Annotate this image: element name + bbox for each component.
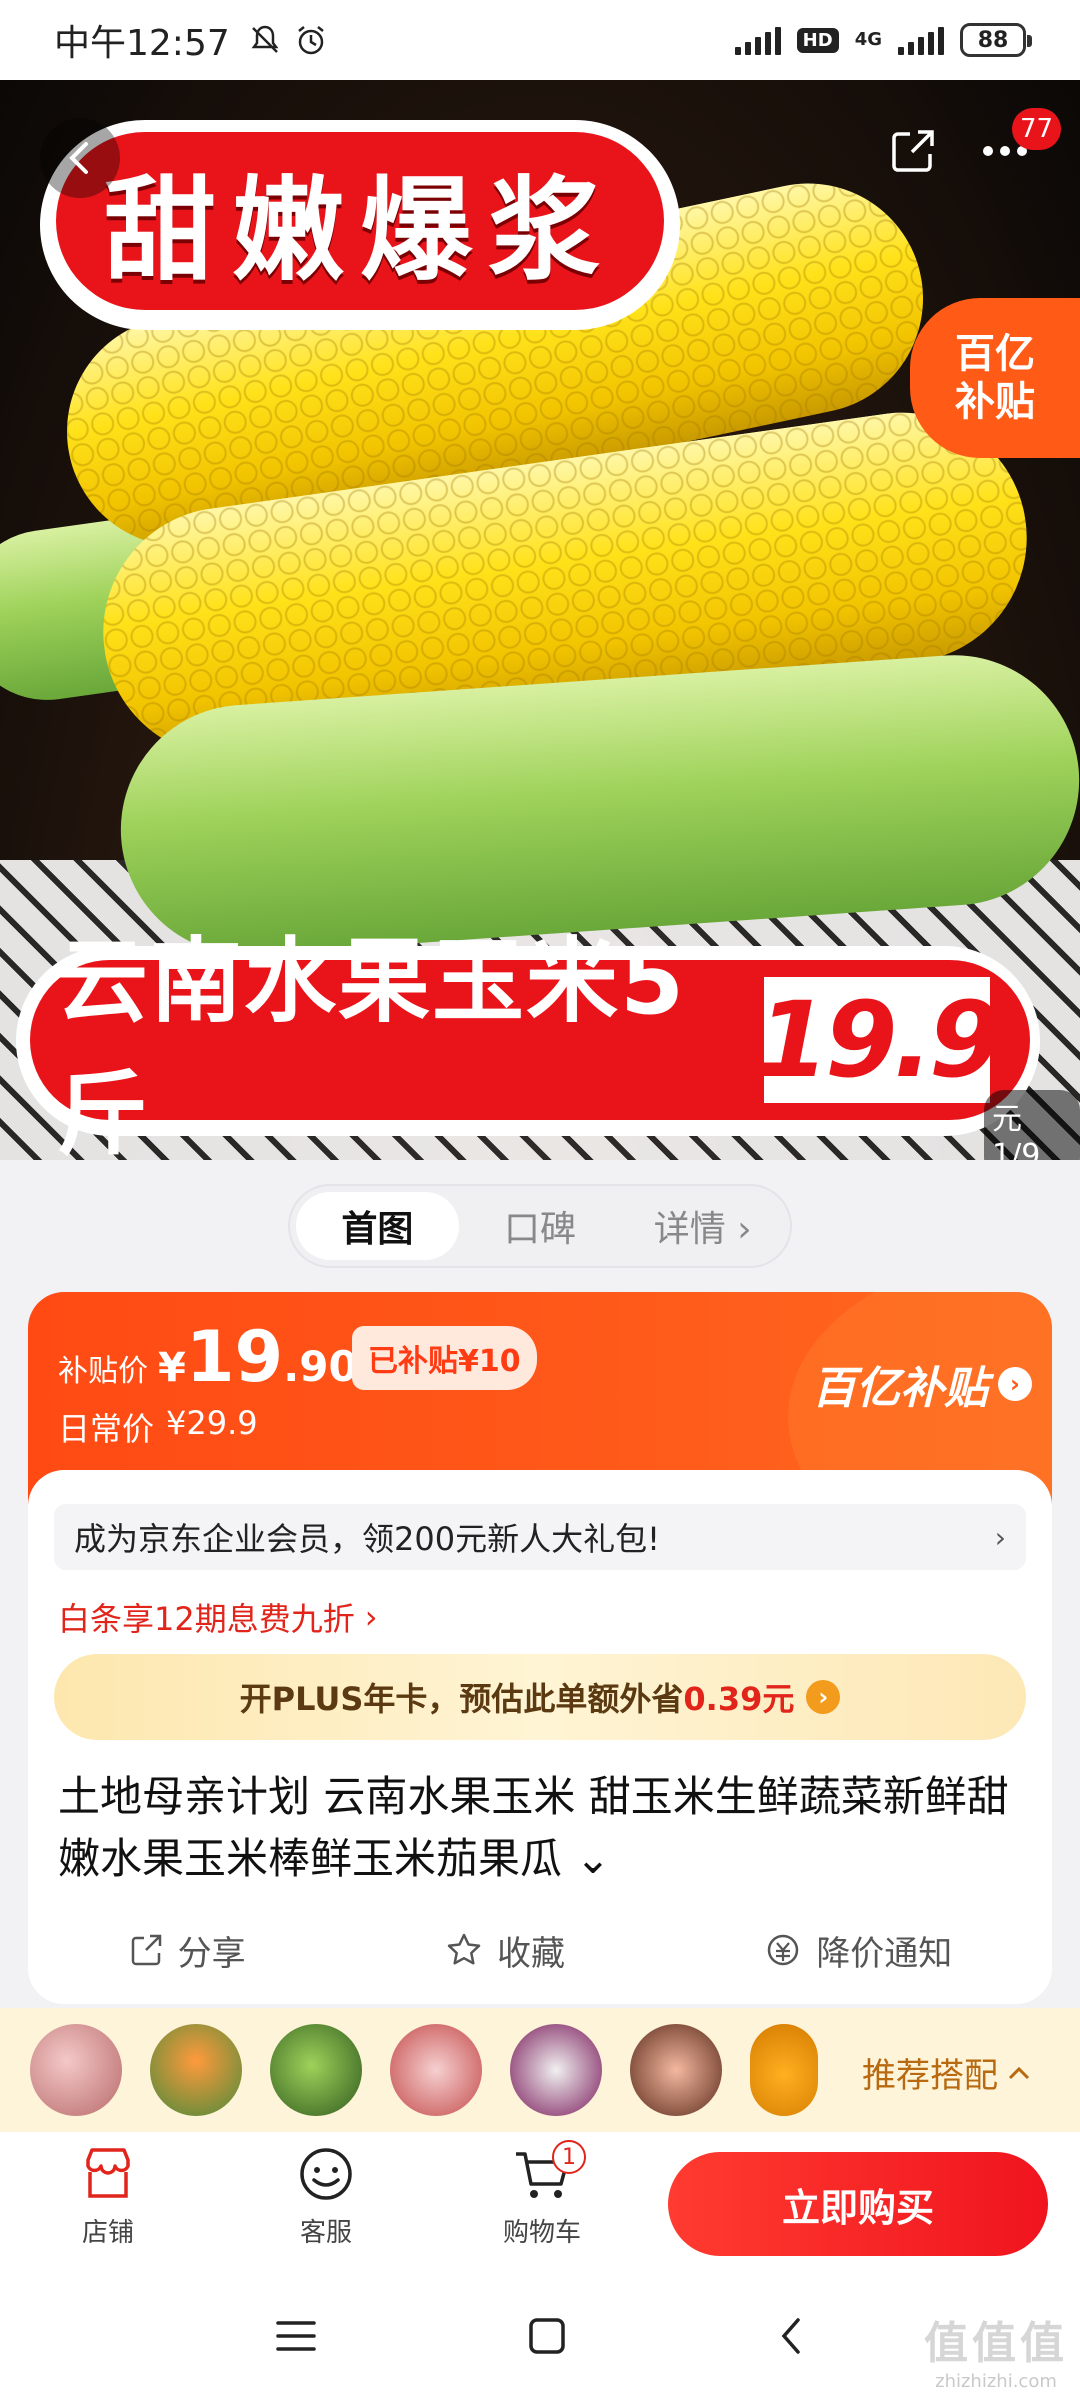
chevron-right-icon: › bbox=[994, 1520, 1006, 1554]
customer-service-icon bbox=[300, 2148, 352, 2200]
buy-now-button[interactable]: 立即购买 bbox=[668, 2152, 1048, 2256]
tab-main-image[interactable]: 首图 bbox=[296, 1192, 459, 1260]
reco-thumb-carrot[interactable] bbox=[150, 2024, 242, 2116]
battery-icon: 88 bbox=[960, 23, 1032, 57]
product-info-card: 成为京东企业会员，领200元新人大礼包! › 白条享12期息费九折 › 开PLU… bbox=[28, 1470, 1052, 2004]
product-actions: 分享 收藏 降价通知 bbox=[28, 1910, 1052, 1990]
chevron-right-icon: › bbox=[998, 1367, 1032, 1401]
status-bar: 中午12:57 HD 4G 88 bbox=[0, 0, 1080, 80]
subsidy-price-label: 补贴价 bbox=[58, 1354, 148, 1389]
store-icon bbox=[86, 2148, 130, 2198]
subsidy-badge: 百亿 补贴 bbox=[910, 298, 1080, 458]
hd-icon: HD bbox=[796, 27, 839, 53]
alarm-icon bbox=[297, 26, 324, 55]
subsidized-tag: 已补贴¥10 bbox=[352, 1326, 537, 1390]
hero-product-line: 云南水果玉米5斤 bbox=[56, 928, 687, 1160]
chevron-right-icon: › bbox=[364, 1598, 378, 1636]
bottom-action-bar: 店铺 客服 1 购物车 立即购买 bbox=[0, 2132, 1080, 2272]
home-icon[interactable] bbox=[527, 2316, 567, 2356]
watermark: 值值值 zhizhizhi.com bbox=[924, 2318, 1068, 2392]
price-alert-icon bbox=[768, 1934, 799, 1966]
share-icon bbox=[892, 130, 934, 172]
image-tabs: 首图 口碑 详情 › bbox=[290, 1186, 790, 1266]
image-counter: 元 1/9 bbox=[984, 1090, 1080, 1160]
plus-membership-banner[interactable]: 开PLUS年卡，预估此单额外省 0.39元 › bbox=[54, 1654, 1026, 1740]
cart-count-badge: 1 bbox=[552, 2140, 586, 2174]
network-type: 4G bbox=[854, 29, 882, 50]
cart-button[interactable]: 1 购物车 bbox=[482, 2140, 602, 2249]
back-icon[interactable] bbox=[776, 2316, 806, 2356]
daily-price-label: 日常价 bbox=[58, 1410, 155, 1448]
share-action-button[interactable]: 分享 bbox=[128, 1926, 246, 1975]
share-button[interactable] bbox=[878, 116, 948, 186]
reco-thumb-pumpkin[interactable] bbox=[750, 2024, 818, 2116]
hero-price: 19.9 bbox=[756, 979, 1002, 1101]
message-count-badge: 77 bbox=[1012, 108, 1062, 150]
signal-icon-2 bbox=[898, 25, 944, 55]
share-icon bbox=[131, 1934, 161, 1966]
favorite-action-button[interactable]: 收藏 bbox=[445, 1926, 565, 1975]
customer-service-button[interactable]: 客服 bbox=[266, 2146, 386, 2249]
subsidy-price: 19 bbox=[185, 1316, 284, 1398]
subsidy-brand-link[interactable]: 百亿补贴 › bbox=[812, 1352, 1032, 1416]
recommend-toggle[interactable]: 推荐搭配 bbox=[862, 2048, 1030, 2097]
price-alert-action-button[interactable]: 降价通知 bbox=[764, 1926, 952, 1975]
reco-thumb-purple-potato[interactable] bbox=[510, 2024, 602, 2116]
chevron-right-icon: › bbox=[806, 1680, 841, 1714]
product-title[interactable]: 土地母亲计划 云南水果玉米 甜玉米生鲜蔬菜新鲜甜嫩水果玉米棒鲜玉米茄果瓜 ⌄ bbox=[58, 1766, 1038, 1890]
baitiao-offer[interactable]: 白条享12期息费九折 › bbox=[58, 1594, 378, 1640]
chevron-left-icon bbox=[69, 142, 88, 174]
recommend-strip: 推荐搭配 bbox=[0, 2008, 1080, 2132]
reco-thumb-sliced-meat[interactable] bbox=[630, 2024, 722, 2116]
status-time: 中午12:57 bbox=[54, 23, 230, 64]
store-button[interactable]: 店铺 bbox=[48, 2146, 168, 2249]
product-image-carousel[interactable]: 甜嫩爆浆 百亿 补贴 云南水果玉米5斤 19.9 元 1/9 bbox=[0, 80, 1080, 1160]
tab-reviews[interactable]: 口碑 bbox=[459, 1192, 622, 1260]
daily-price: ¥29.9 bbox=[166, 1404, 258, 1442]
chevron-up-icon bbox=[1008, 2066, 1030, 2079]
menu-icon[interactable] bbox=[274, 2318, 318, 2354]
enterprise-member-promo[interactable]: 成为京东企业会员，领200元新人大礼包! › bbox=[54, 1504, 1026, 1570]
signal-icon bbox=[734, 25, 781, 55]
reco-thumb-squash[interactable] bbox=[270, 2024, 362, 2116]
reco-thumb-meat[interactable] bbox=[30, 2024, 122, 2116]
back-button[interactable] bbox=[40, 118, 120, 198]
mute-icon bbox=[251, 25, 279, 53]
system-nav-bar bbox=[0, 2272, 1080, 2400]
star-icon bbox=[447, 1933, 481, 1965]
reco-thumb-package[interactable] bbox=[390, 2024, 482, 2116]
hero-headline: 甜嫩爆浆 bbox=[104, 166, 616, 296]
tab-details[interactable]: 详情 › bbox=[621, 1192, 784, 1260]
